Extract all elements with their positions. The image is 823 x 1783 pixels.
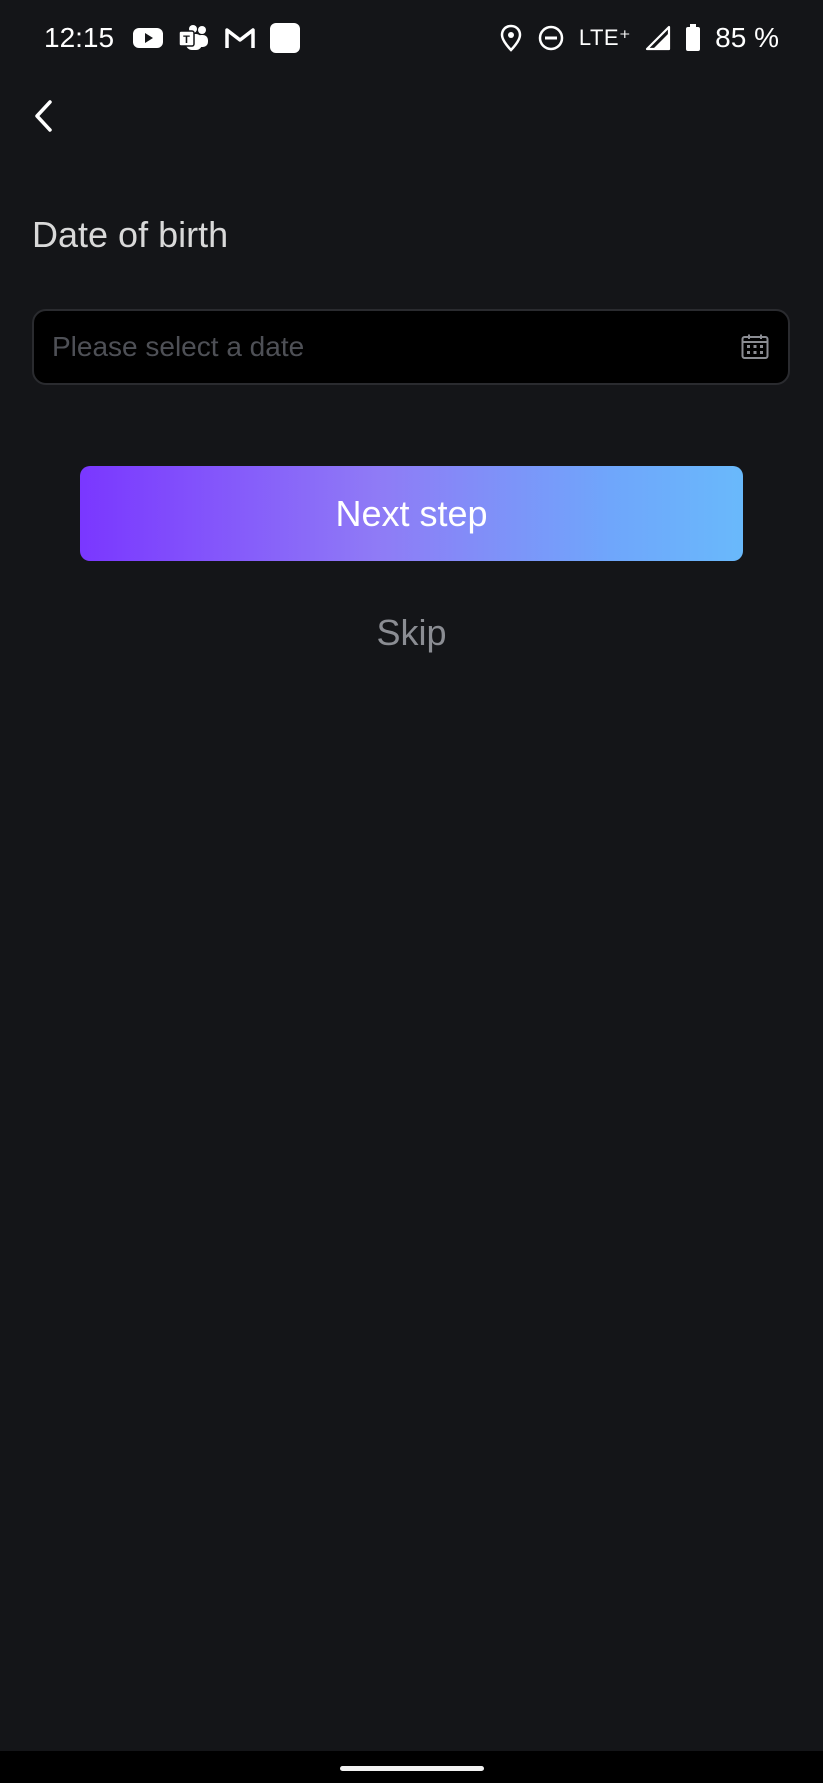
status-bar: 12:15 T LTE⁺ 85 % — [0, 0, 823, 76]
skip-button[interactable]: Skip — [0, 612, 823, 654]
app-square-icon — [270, 23, 301, 53]
date-of-birth-label: Date of birth — [32, 214, 229, 255]
next-step-button[interactable]: Next step — [80, 466, 743, 561]
signal-icon — [645, 25, 671, 51]
calendar-icon[interactable] — [740, 332, 770, 362]
screen: 12:15 T LTE⁺ 85 % Date of birth Please s… — [0, 0, 823, 1783]
chevron-left-icon — [32, 99, 56, 138]
date-of-birth-field[interactable]: Please select a date — [32, 309, 790, 385]
back-button[interactable] — [22, 96, 66, 140]
youtube-icon — [132, 26, 164, 50]
status-left: 12:15 T — [44, 22, 301, 54]
do-not-disturb-icon — [537, 24, 565, 52]
home-indicator[interactable] — [340, 1766, 484, 1771]
date-placeholder: Please select a date — [52, 331, 305, 362]
svg-text:T: T — [183, 34, 190, 46]
battery-percent: 85 % — [715, 22, 779, 53]
navigation-bar — [0, 1751, 823, 1783]
status-right: LTE⁺ 85 % — [499, 22, 779, 54]
gmail-icon — [224, 26, 256, 50]
teams-icon: T — [178, 24, 210, 52]
network-type: LTE⁺ — [578, 25, 632, 50]
location-icon — [499, 24, 523, 52]
status-time: 12:15 — [44, 22, 115, 53]
battery-icon — [685, 24, 701, 52]
